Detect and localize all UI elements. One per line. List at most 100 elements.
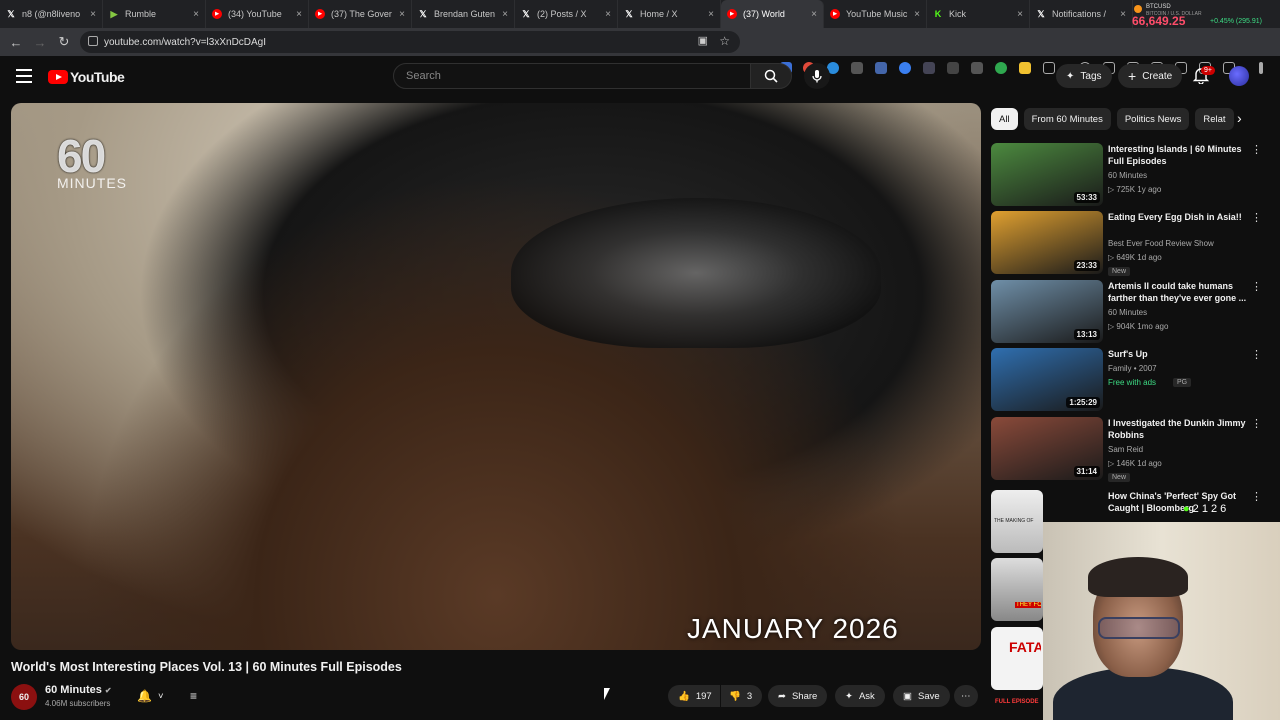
filter-chip[interactable]: From 60 Minutes [1023,108,1111,130]
more-options-icon[interactable]: ⋮ [1251,211,1262,224]
recommended-video[interactable]: 13:13 Artemis II could take humans farthe… [991,280,1271,344]
close-tab-icon[interactable]: × [502,9,508,20]
youtube-header: YouTube Search ✦ Tags + Create [0,56,1280,98]
back-icon[interactable]: ← [4,30,28,54]
channel-name[interactable]: Family • 2007 [1108,364,1157,373]
browser-tab[interactable]: 𝕏 Notifications / × [1030,0,1133,28]
close-tab-icon[interactable]: × [193,9,199,20]
partial-thumbnail[interactable]: THEY FO [991,558,1043,621]
channel-name[interactable]: Best Ever Food Review Show [1108,239,1214,248]
recommended-video[interactable]: 53:33 Interesting Islands | 60 Minutes Fu… [991,143,1271,207]
bookmark-icon: ▣ [903,690,912,702]
reload-icon[interactable]: ↻ [52,30,76,54]
x-icon: 𝕏 [625,8,633,19]
subscription-bell-button[interactable]: 🔔 ˅ [133,685,168,707]
save-button[interactable]: ▣ Save [893,685,950,707]
close-tab-icon[interactable]: × [1120,9,1126,20]
browser-tab-bar: 𝕏n8 (@n8liveno × ▶ Rumble × ▶ (34) YouTube × ▶ (3… [0,0,1280,28]
hamburger-menu-icon[interactable] [16,69,32,83]
voice-search-button[interactable] [804,63,830,89]
forward-icon[interactable]: → [28,30,52,54]
like-button[interactable]: 👍 197 [668,685,720,707]
install-icon[interactable]: ▣ [698,34,708,47]
more-options-icon[interactable]: ⋮ [1251,280,1262,293]
verified-icon: ✔ [104,686,112,695]
video-thumbnail[interactable]: 23:33 [991,211,1103,274]
more-options-icon[interactable]: ⋮ [1251,490,1262,503]
browser-tab[interactable]: 𝕏 Brendan Guten × [412,0,515,28]
channel-name[interactable]: 60 Minutes [1108,171,1147,180]
partial-thumbnail[interactable]: FATA [991,627,1043,690]
more-actions-button[interactable]: ⋯ [954,685,978,707]
account-avatar[interactable] [1229,66,1249,86]
video-thumbnail[interactable]: 31:14 [991,417,1103,480]
browser-tab[interactable]: 𝕏 (2) Posts / X × [515,0,618,28]
sparkle-icon: ✦ [1066,70,1075,82]
share-button[interactable]: ➦ Share [768,685,828,707]
watermark-word: MINUTES [57,175,127,191]
search-button[interactable] [750,63,792,89]
more-options-icon[interactable]: ⋮ [1251,417,1262,430]
video-player[interactable]: 60 MINUTES JANUARY 2026 [11,103,981,650]
close-tab-icon[interactable]: × [90,9,96,20]
create-button[interactable]: + Create [1118,64,1183,88]
browser-tab[interactable]: 𝕏n8 (@n8liveno × [0,0,103,28]
close-tab-icon[interactable]: × [708,9,714,20]
recommended-video[interactable]: 23:33 Eating Every Egg Dish in Asia!! ⋮ Bes… [991,211,1271,276]
youtube-logo[interactable]: YouTube [48,69,125,85]
video-thumbnail[interactable]: 13:13 [991,280,1103,343]
tags-button[interactable]: ✦ Tags [1056,64,1112,88]
video-thumbnail[interactable]: 1:25:29 [991,348,1103,411]
close-tab-icon[interactable]: × [605,9,611,20]
browser-tab[interactable]: ▶ (37) The Gover × [309,0,412,28]
recommended-video[interactable]: 31:14 I Investigated the Dunkin Jimmy Rob… [991,417,1271,482]
browser-tab[interactable]: K Kick × [927,0,1030,28]
video-meta: Free with ads [1108,378,1157,387]
close-tab-icon[interactable]: × [914,9,920,20]
tab-label: YouTube Music [846,9,908,19]
browser-tab[interactable]: ▶ YouTube Music × [824,0,927,28]
recommended-video[interactable]: 1:25:29 Surf's Up ⋮ Family • 2007 Free with … [991,348,1271,412]
close-tab-icon[interactable]: × [399,9,405,20]
close-tab-icon[interactable]: × [296,9,302,20]
dislike-button[interactable]: 👎 3 [721,685,763,707]
browser-tab[interactable]: ▶ (34) YouTube × [206,0,309,28]
more-options-icon[interactable]: ⋮ [1251,143,1262,156]
more-options-icon[interactable]: ⋮ [1251,348,1262,361]
save-label: Save [917,690,940,702]
video-title[interactable]: Surf's Up [1108,348,1248,360]
close-tab-icon[interactable]: × [811,9,817,20]
mouse-cursor [604,688,610,700]
filter-chip[interactable]: All [991,108,1018,130]
search-icon [764,69,778,83]
chevron-right-icon[interactable]: › [1237,110,1242,126]
browser-tab[interactable]: ▶ (37) World × [721,0,824,28]
streamer-glasses [1098,617,1180,639]
partial-thumbnail[interactable]: THE MAKING OF [991,490,1043,553]
filter-chip[interactable]: Politics News [1116,108,1190,130]
tab-label: (37) World [743,9,785,19]
video-title[interactable]: I Investigated the Dunkin Jimmy Robbins [1108,417,1248,441]
channel-avatar[interactable]: 60 [11,684,37,710]
url-field[interactable]: youtube.com/watch?v=l3xXnDcDAgI ☆ ▣ [80,31,740,53]
video-thumbnail[interactable]: 53:33 [991,143,1103,206]
browser-tab[interactable]: ▶ Rumble × [103,0,206,28]
channel-name[interactable]: 60 Minutes ✔ [45,684,112,696]
video-title[interactable]: How China's 'Perfect' Spy Got Caught | B… [1108,490,1248,514]
channel-name[interactable]: 60 Minutes [1108,308,1147,317]
video-title[interactable]: Interesting Islands | 60 Minutes Full Ep… [1108,143,1248,167]
channel-name[interactable]: Sam Reid [1108,445,1143,454]
video-title[interactable]: Artemis II could take humans farther tha… [1108,280,1248,304]
star-icon[interactable]: ☆ [719,34,730,48]
ask-button[interactable]: ✦ Ask [835,685,885,707]
add-to-queue-button[interactable]: ≡ [186,685,201,707]
search-input[interactable]: Search [393,63,751,89]
video-title[interactable]: Eating Every Egg Dish in Asia!! [1108,211,1248,223]
site-info-icon[interactable] [88,36,98,46]
browser-tab[interactable]: 𝕏 Home / X × [618,0,721,28]
video-duration: 23:33 [1073,260,1100,271]
filter-chip[interactable]: Relat [1195,108,1234,130]
x-icon: 𝕏 [7,8,15,19]
close-tab-icon[interactable]: × [1017,9,1023,20]
ticker-symbol: BTCUSD [1146,4,1171,10]
